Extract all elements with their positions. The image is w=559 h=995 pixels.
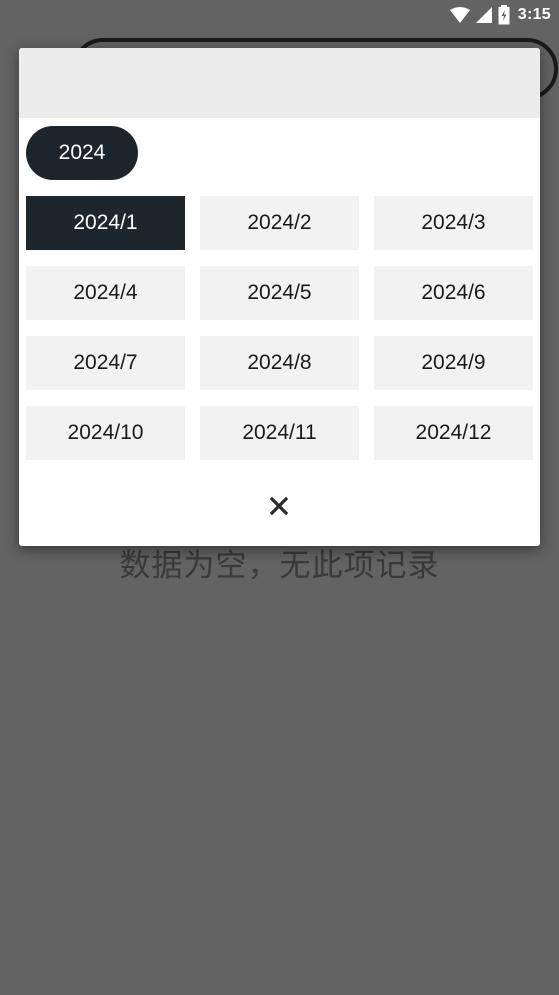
month-cell[interactable]: 2024/6 xyxy=(374,266,533,320)
close-icon xyxy=(269,496,289,519)
month-cell[interactable]: 2024/9 xyxy=(374,336,533,390)
month-cell[interactable]: 2024/5 xyxy=(200,266,359,320)
month-cell[interactable]: 2024/7 xyxy=(26,336,185,390)
status-time: 3:15 xyxy=(517,6,551,23)
year-chip[interactable]: 2024 xyxy=(26,126,138,180)
battery-icon xyxy=(498,5,510,25)
month-grid: 2024/1 2024/2 2024/3 2024/4 2024/5 2024/… xyxy=(26,196,533,460)
month-cell[interactable]: 2024/12 xyxy=(374,406,533,460)
month-cell[interactable]: 2024/8 xyxy=(200,336,359,390)
signal-icon xyxy=(475,7,492,23)
status-bar: 3:15 xyxy=(0,0,559,30)
month-cell[interactable]: 2024/11 xyxy=(200,406,359,460)
month-cell[interactable]: 2024/4 xyxy=(26,266,185,320)
month-cell[interactable]: 2024/3 xyxy=(374,196,533,250)
month-picker-dialog: 2024 2024/1 2024/2 2024/3 2024/4 2024/5 … xyxy=(19,48,540,546)
dialog-header xyxy=(19,48,540,118)
month-cell-selected[interactable]: 2024/1 xyxy=(26,196,185,250)
empty-state-message: 数据为空，无此项记录 xyxy=(119,548,440,584)
close-button[interactable] xyxy=(259,488,299,528)
month-cell[interactable]: 2024/2 xyxy=(200,196,359,250)
month-cell[interactable]: 2024/10 xyxy=(26,406,185,460)
wifi-icon xyxy=(449,7,470,23)
